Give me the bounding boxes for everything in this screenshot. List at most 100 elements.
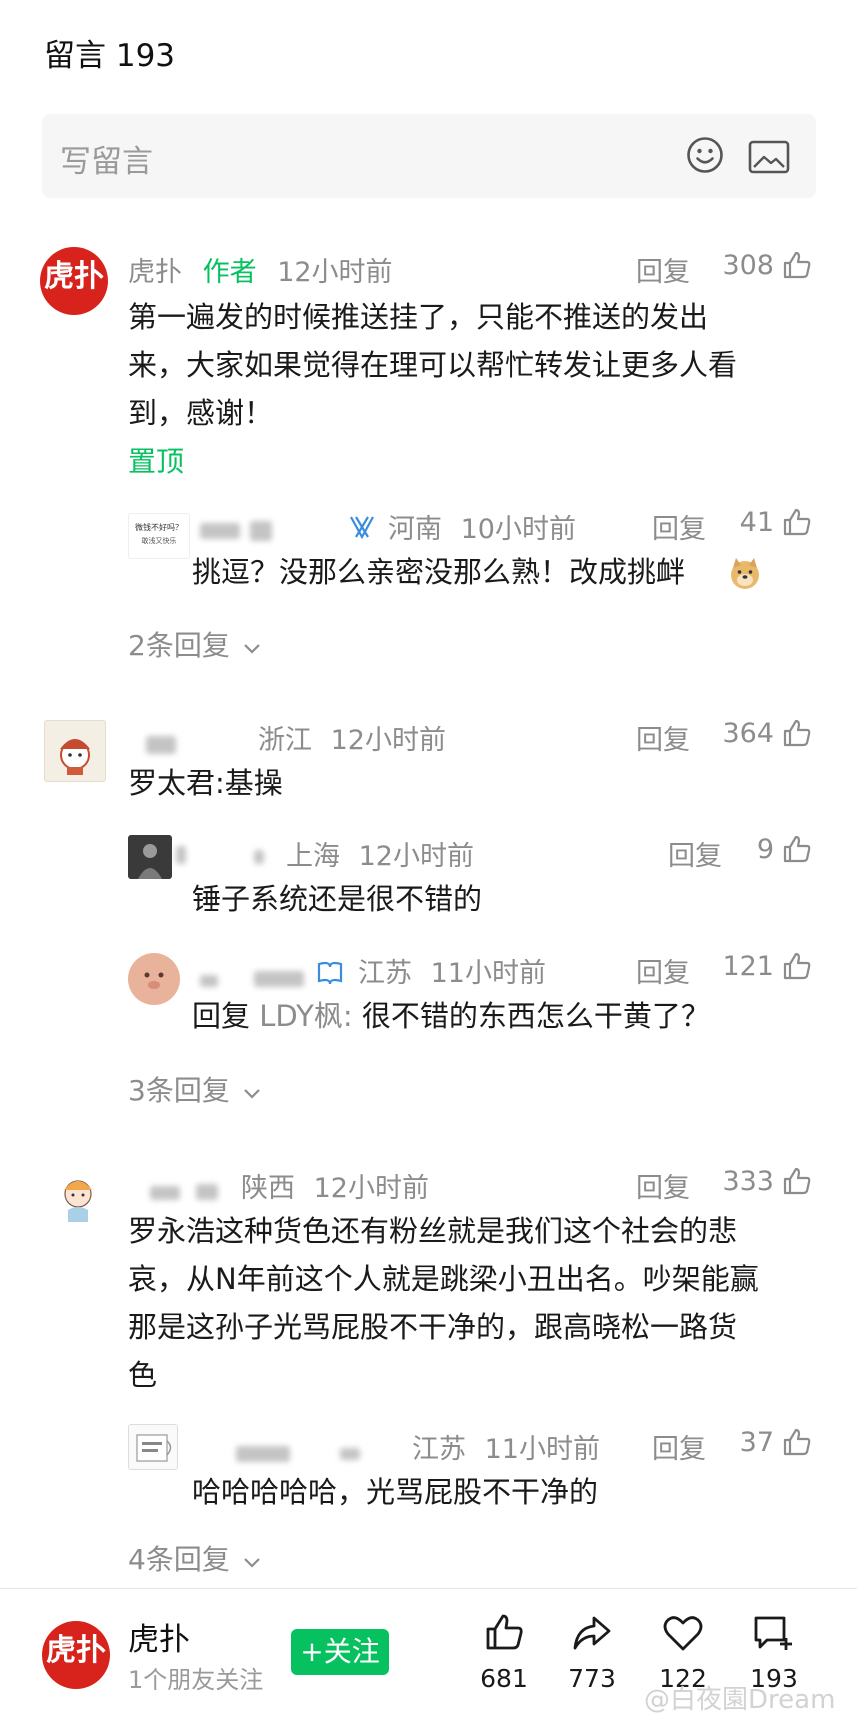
heart-icon[interactable] [662,1614,704,1652]
avatar-text: 微钱不好吗？ [135,523,183,532]
reply-text: 锤子系统还是很不错的 [192,882,483,916]
doge-emoji-icon [731,558,759,589]
author-badge: 作者 [202,257,257,288]
comment-author-name[interactable]: 虎扑 [128,257,182,288]
blurred-username [176,846,186,864]
share-icon[interactable] [572,1614,612,1652]
smiley-icon[interactable] [686,136,724,174]
reply-header: 河南 10小时前 [388,507,576,546]
like-count: 308 [722,250,774,281]
reply-text: 哈哈哈哈哈，光骂屁股不干净的 [192,1475,599,1509]
comment-avatar-hupu[interactable]: 虎扑 [40,247,108,315]
thumbs-up-icon[interactable] [782,1427,812,1457]
share-total: 773 [568,1664,616,1693]
comment-line: 哀，从N年前这个人就是跳梁小丑出名。吵架能赢 [128,1262,759,1296]
like-count: 9 [756,834,774,865]
reply-header: 江苏 11小时前 [412,1427,600,1466]
reply-body: 锤子系统还是很不错的 [192,875,482,923]
reply-body: 回复 LDY枫: 很不错的东西怎么干黄了？ [192,992,710,1040]
comment-header: 虎扑 作者 12小时前 [128,250,393,289]
watermark: @白夜園Dream [644,1685,836,1715]
comment-line: 色 [128,1358,158,1392]
reply-button[interactable]: 回复 [636,1166,690,1205]
like-total: 681 [480,1664,528,1693]
comment-input-placeholder[interactable]: 写留言 [60,136,153,181]
reply-button[interactable]: 回复 [636,951,690,990]
reply-avatar[interactable] [128,953,180,1005]
comment-add-icon[interactable] [752,1614,796,1654]
comment-line: 第一遍发的时候推送挂了，只能不推送的发出 [128,300,709,334]
comment-line: 到，感谢！ [128,396,274,430]
thumbs-up-icon[interactable] [782,718,812,748]
like-count: 41 [739,507,774,538]
blurred-username [254,850,264,864]
blurred-username [200,975,218,987]
comment-body: 罗太君:基操 [128,759,283,807]
blurred-username [254,971,304,987]
reply-body: 哈哈哈哈哈，光骂屁股不干净的 [192,1468,598,1516]
like-count: 364 [722,718,774,749]
reply-button[interactable]: 回复 [668,834,722,873]
hupu-logo: 虎扑 [44,259,104,294]
account-avatar[interactable]: 虎扑 [42,1621,110,1689]
thumbs-up-icon[interactable] [782,951,812,981]
avatar-text: 敢浅又快乐 [141,537,177,545]
reply-button[interactable]: 回复 [636,718,690,757]
reply-prefix: 回复 [192,999,260,1033]
account-name[interactable]: 虎扑 [128,1614,190,1659]
blurred-username [340,1448,360,1460]
reply-time: 11小时前 [484,1434,600,1465]
reply-mention[interactable]: LDY枫: [259,999,352,1033]
pinned-label: 置顶 [128,445,185,478]
reply-button[interactable]: 回复 [652,507,706,546]
expand-replies-button[interactable]: 3条回复 [128,1069,261,1109]
hupu-logo: 虎扑 [46,1633,106,1668]
thumbs-up-icon[interactable] [782,507,812,537]
comment-time: 12小时前 [277,257,393,288]
reply-time: 11小时前 [430,958,546,989]
reply-location: 江苏 [358,958,412,989]
mug-avatar-icon [136,1434,172,1462]
cartoon-avatar-icon [60,739,90,775]
like-count: 121 [722,951,774,982]
reply-button[interactable]: 回复 [652,1427,706,1466]
reply-time: 12小时前 [358,841,474,872]
like-count: 37 [739,1427,774,1458]
comment-location: 陕西 [241,1173,295,1204]
comment-body: 罗永浩这种货色还有粉丝就是我们这个社会的悲 哀，从N年前这个人就是跳梁小丑出名。… [128,1207,759,1399]
expand-replies-button[interactable]: 2条回复 [128,624,261,664]
reply-location: 江苏 [412,1434,466,1465]
reply-text: 挑逗？没那么亲密没那么熟！改成挑衅 [192,555,686,589]
expand-replies-label: 3条回复 [128,1074,230,1107]
blurred-username [200,523,240,539]
image-icon[interactable] [748,140,790,174]
comment-line: 罗太君:基操 [128,766,283,800]
reply-location: 河南 [388,514,442,545]
photo-avatar-icon [138,844,162,879]
reply-body: 挑逗？没那么亲密没那么熟！改成挑衅 [192,548,685,596]
face-avatar-icon [144,972,164,989]
comments-title: 留言 193 [44,38,176,74]
reply-avatar[interactable] [128,1424,178,1470]
thumbs-up-icon[interactable] [484,1612,524,1652]
comment-header: 陕西 12小时前 [241,1166,429,1205]
blurred-username [150,1186,180,1200]
expand-replies-button[interactable]: 4条回复 [128,1538,261,1578]
thumbs-up-icon[interactable] [782,250,812,280]
follow-button[interactable]: +关注 [291,1629,389,1675]
reply-button[interactable]: 回复 [636,250,690,289]
comment-header: 浙江 12小时前 [258,718,446,757]
badge-icon [350,516,374,540]
thumbs-up-icon[interactable] [782,1166,812,1196]
comment-avatar[interactable] [44,720,106,782]
reply-avatar[interactable] [128,835,172,879]
comment-avatar[interactable] [50,1168,106,1224]
blurred-username [236,1446,290,1462]
thumbs-up-icon[interactable] [782,834,812,864]
reply-text: 很不错的东西怎么干黄了？ [352,999,710,1033]
reply-avatar[interactable]: 微钱不好吗？ 敢浅又快乐 [128,513,190,559]
blurred-username [250,521,272,541]
chevron-down-icon [243,1089,260,1099]
blurred-username [196,1184,218,1200]
expand-replies-label: 4条回复 [128,1543,230,1576]
